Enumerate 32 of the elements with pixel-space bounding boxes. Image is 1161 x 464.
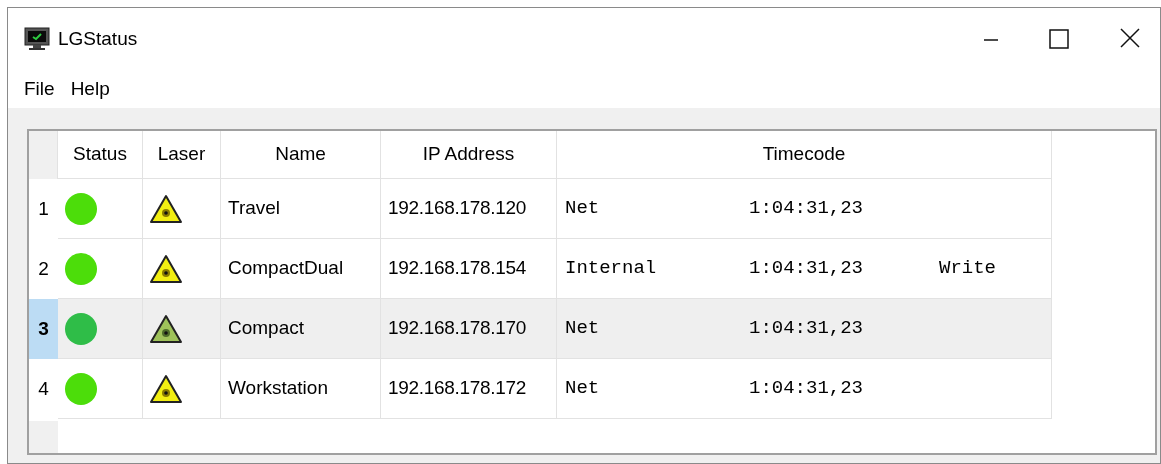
column-header[interactable]: Timecode (557, 131, 1052, 179)
window-title: LGStatus (58, 26, 138, 51)
laser-warning-icon (149, 193, 183, 224)
menu-item[interactable]: File (18, 74, 61, 104)
device-name: Workstation (228, 376, 328, 401)
device-name: CompactDual (228, 256, 344, 281)
timecode-value: 1:04:31,23 (749, 256, 865, 282)
timecode-source: Net (565, 316, 601, 342)
ip-address: 192.168.178.154 (388, 256, 527, 281)
laser-warning-icon (149, 373, 183, 404)
timecode-source: Net (565, 376, 601, 402)
column-header[interactable]: Laser (143, 131, 221, 179)
device-name: Compact (228, 316, 305, 341)
timecode-value: 1:04:31,23 (749, 376, 865, 402)
ip-address: 192.168.178.120 (388, 196, 527, 221)
timecode-value: 1:04:31,23 (749, 196, 865, 222)
column-header[interactable]: Name (221, 131, 381, 179)
laser-warning-icon (149, 253, 183, 284)
monitor-icon (24, 26, 50, 52)
row-number[interactable]: 3 (29, 299, 58, 359)
timecode-mode: Write (939, 256, 996, 282)
row-header-background (29, 421, 58, 453)
menu-item[interactable]: Help (64, 74, 116, 104)
laser-warning-icon (149, 313, 183, 344)
column-header[interactable]: IP Address (381, 131, 557, 179)
ip-address: 192.168.178.170 (388, 316, 527, 341)
column-header[interactable]: Status (58, 131, 143, 179)
ip-address: 192.168.178.172 (388, 376, 527, 401)
timecode-source: Internal (565, 256, 658, 282)
device-name: Travel (228, 196, 281, 221)
timecode-source: Net (565, 196, 601, 222)
timecode-value: 1:04:31,23 (749, 316, 865, 342)
